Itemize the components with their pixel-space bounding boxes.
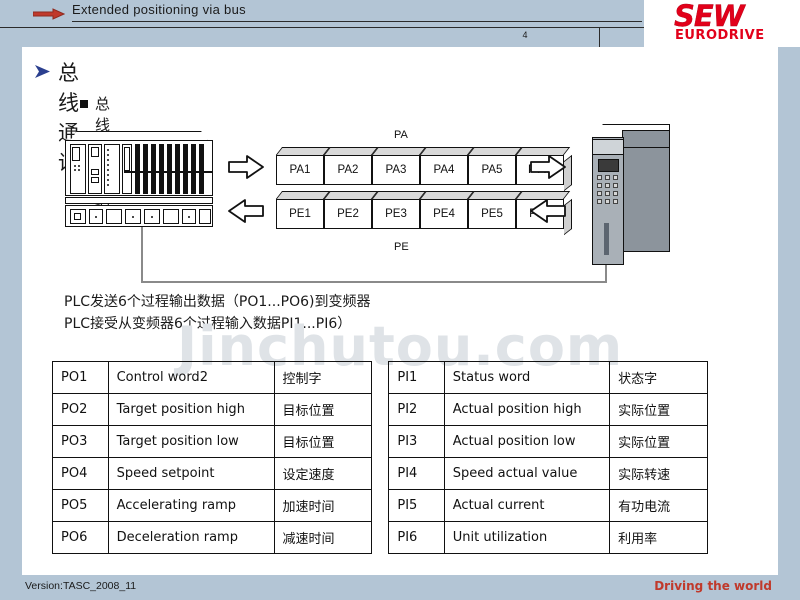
description-line-2: PLC接受从变频器6个过程输入数据PI1...PI6）	[64, 316, 352, 332]
po-index-cell: PO6	[52, 521, 109, 554]
page-number: 4	[522, 30, 528, 40]
table-row: PO3 Target position low 目标位置 PI3 Actual …	[52, 425, 708, 458]
drive-body	[622, 130, 670, 252]
bus-process-data-diagram: PA PA1 PA2 PA3 PA4 PA5 P A6 PE1 PE2 PE3 …	[22, 119, 778, 304]
logo-sew-text: SEW	[674, 0, 745, 33]
plc-rack-body	[65, 140, 213, 196]
red-arrow-right-icon	[32, 7, 66, 20]
pi-cn-cell: 实际位置	[609, 393, 708, 426]
slide-content-panel: 总线通讯 总线过程数据	[22, 47, 778, 575]
pi-cn-cell: 实际位置	[609, 425, 708, 458]
pi-en-cell: Unit utilization	[443, 521, 611, 554]
drive-seam-line	[624, 147, 670, 148]
table-gap-cell	[371, 521, 390, 554]
po-en-cell: Accelerating ramp	[107, 489, 275, 522]
pe-cell: PE4	[420, 199, 468, 229]
pe-cell: PE1	[276, 199, 324, 229]
table-row: PO2 Target position high 目标位置 PI2 Actual…	[52, 393, 708, 426]
pi-cn-cell: 实际转速	[609, 457, 708, 490]
po-cn-cell: 目标位置	[273, 393, 373, 426]
pi-index-cell: PI4	[388, 457, 445, 490]
pa-cell: PA4	[420, 155, 468, 185]
hollow-arrow-left-icon	[228, 199, 264, 228]
pa-cell: PA5	[468, 155, 516, 185]
po-en-cell: Speed setpoint	[107, 457, 275, 490]
pa-cell: PA2	[324, 155, 372, 185]
header-title: Extended positioning via bus	[72, 2, 246, 17]
pa-cell: PA3	[372, 155, 420, 185]
po-en-cell: Target position high	[107, 393, 275, 426]
slide-footer: Version:TASC_2008_11 Driving the world	[0, 575, 800, 600]
blue-triangle-bullet-icon	[34, 64, 51, 79]
table-gap-cell	[371, 489, 390, 522]
po-en-cell: Target position low	[107, 425, 275, 458]
po-cn-cell: 加速时间	[273, 489, 373, 522]
pi-index-cell: PI2	[388, 393, 445, 426]
table-gap-cell	[371, 457, 390, 490]
pi-en-cell: Status word	[443, 361, 611, 394]
po-cn-cell: 控制字	[273, 361, 373, 394]
sew-eurodrive-logo: SEW EURODRIVE	[644, 0, 800, 47]
plc-rack-base	[65, 197, 213, 204]
pi-en-cell: Actual position low	[443, 425, 611, 458]
po-en-cell: Deceleration ramp	[107, 521, 275, 554]
table-gap-cell	[371, 361, 390, 394]
pi-en-cell: Actual position high	[443, 393, 611, 426]
pi-cn-cell: 状态字	[609, 361, 708, 394]
pa-group-label: PA	[394, 129, 408, 141]
description-line-1: PLC发送6个过程输出数据（PO1...PO6)到变频器	[64, 294, 371, 310]
pi-cn-cell: 利用率	[609, 521, 708, 554]
po-index-cell: PO3	[52, 425, 109, 458]
po-en-cell: Control word2	[107, 361, 275, 394]
pe-cell: PE3	[372, 199, 420, 229]
logo-eurodrive-text: EURODRIVE	[675, 28, 765, 43]
inverter-drive	[570, 119, 688, 271]
hollow-arrow-right-icon	[228, 155, 264, 184]
table-row: PO6 Deceleration ramp 减速时间 PI6 Unit util…	[52, 521, 708, 554]
slide-header: Extended positioning via bus 4 SEW EUROD…	[0, 0, 800, 48]
table-row: PO4 Speed setpoint 设定速度 PI4 Speed actual…	[52, 457, 708, 490]
pi-index-cell: PI5	[388, 489, 445, 522]
header-rule-secondary	[0, 27, 644, 28]
po-cn-cell: 目标位置	[273, 425, 373, 458]
pe-cell: PE2	[324, 199, 372, 229]
hollow-arrow-right-icon	[530, 155, 566, 184]
po-cn-cell: 设定速度	[273, 457, 373, 490]
pe-cell: PE5	[468, 199, 516, 229]
pi-cn-cell: 有功电流	[609, 489, 708, 522]
table-gap-cell	[371, 425, 390, 458]
header-underline	[72, 21, 642, 22]
po-index-cell: PO5	[52, 489, 109, 522]
plc-io-row	[65, 205, 213, 227]
po-index-cell: PO2	[52, 393, 109, 426]
process-data-table: PO1 Control word2 控制字 PI1 Status word 状态…	[52, 361, 708, 554]
plc-rack	[62, 131, 217, 231]
table-row: PO5 Accelerating ramp 加速时间 PI5 Actual cu…	[52, 489, 708, 522]
bus-line-horizontal	[141, 281, 607, 283]
black-square-bullet-icon	[80, 100, 88, 108]
drive-terminal-cover	[592, 139, 624, 155]
po-index-cell: PO1	[52, 361, 109, 394]
pi-index-cell: PI1	[388, 361, 445, 394]
pi-en-cell: Actual current	[443, 489, 611, 522]
table-gap-cell	[371, 393, 390, 426]
version-label: Version:TASC_2008_11	[25, 580, 137, 592]
pi-index-cell: PI3	[388, 425, 445, 458]
drive-keypad	[597, 175, 620, 215]
pa-cell: PA1	[276, 155, 324, 185]
company-slogan: Driving the world	[654, 579, 772, 593]
po-cn-cell: 减速时间	[273, 521, 373, 554]
table-row: PO1 Control word2 控制字 PI1 Status word 状态…	[52, 361, 708, 394]
drive-fieldbus-slot	[604, 223, 609, 255]
description-block: PLC发送6个过程输出数据（PO1...PO6)到变频器 PLC接受从变频器6个…	[64, 291, 370, 335]
pe-group-label: PE	[394, 241, 409, 253]
header-divider-vertical	[599, 27, 600, 48]
po-index-cell: PO4	[52, 457, 109, 490]
drive-display-panel	[598, 159, 619, 172]
pi-index-cell: PI6	[388, 521, 445, 554]
pi-en-cell: Speed actual value	[443, 457, 611, 490]
hollow-arrow-left-icon	[530, 199, 566, 228]
